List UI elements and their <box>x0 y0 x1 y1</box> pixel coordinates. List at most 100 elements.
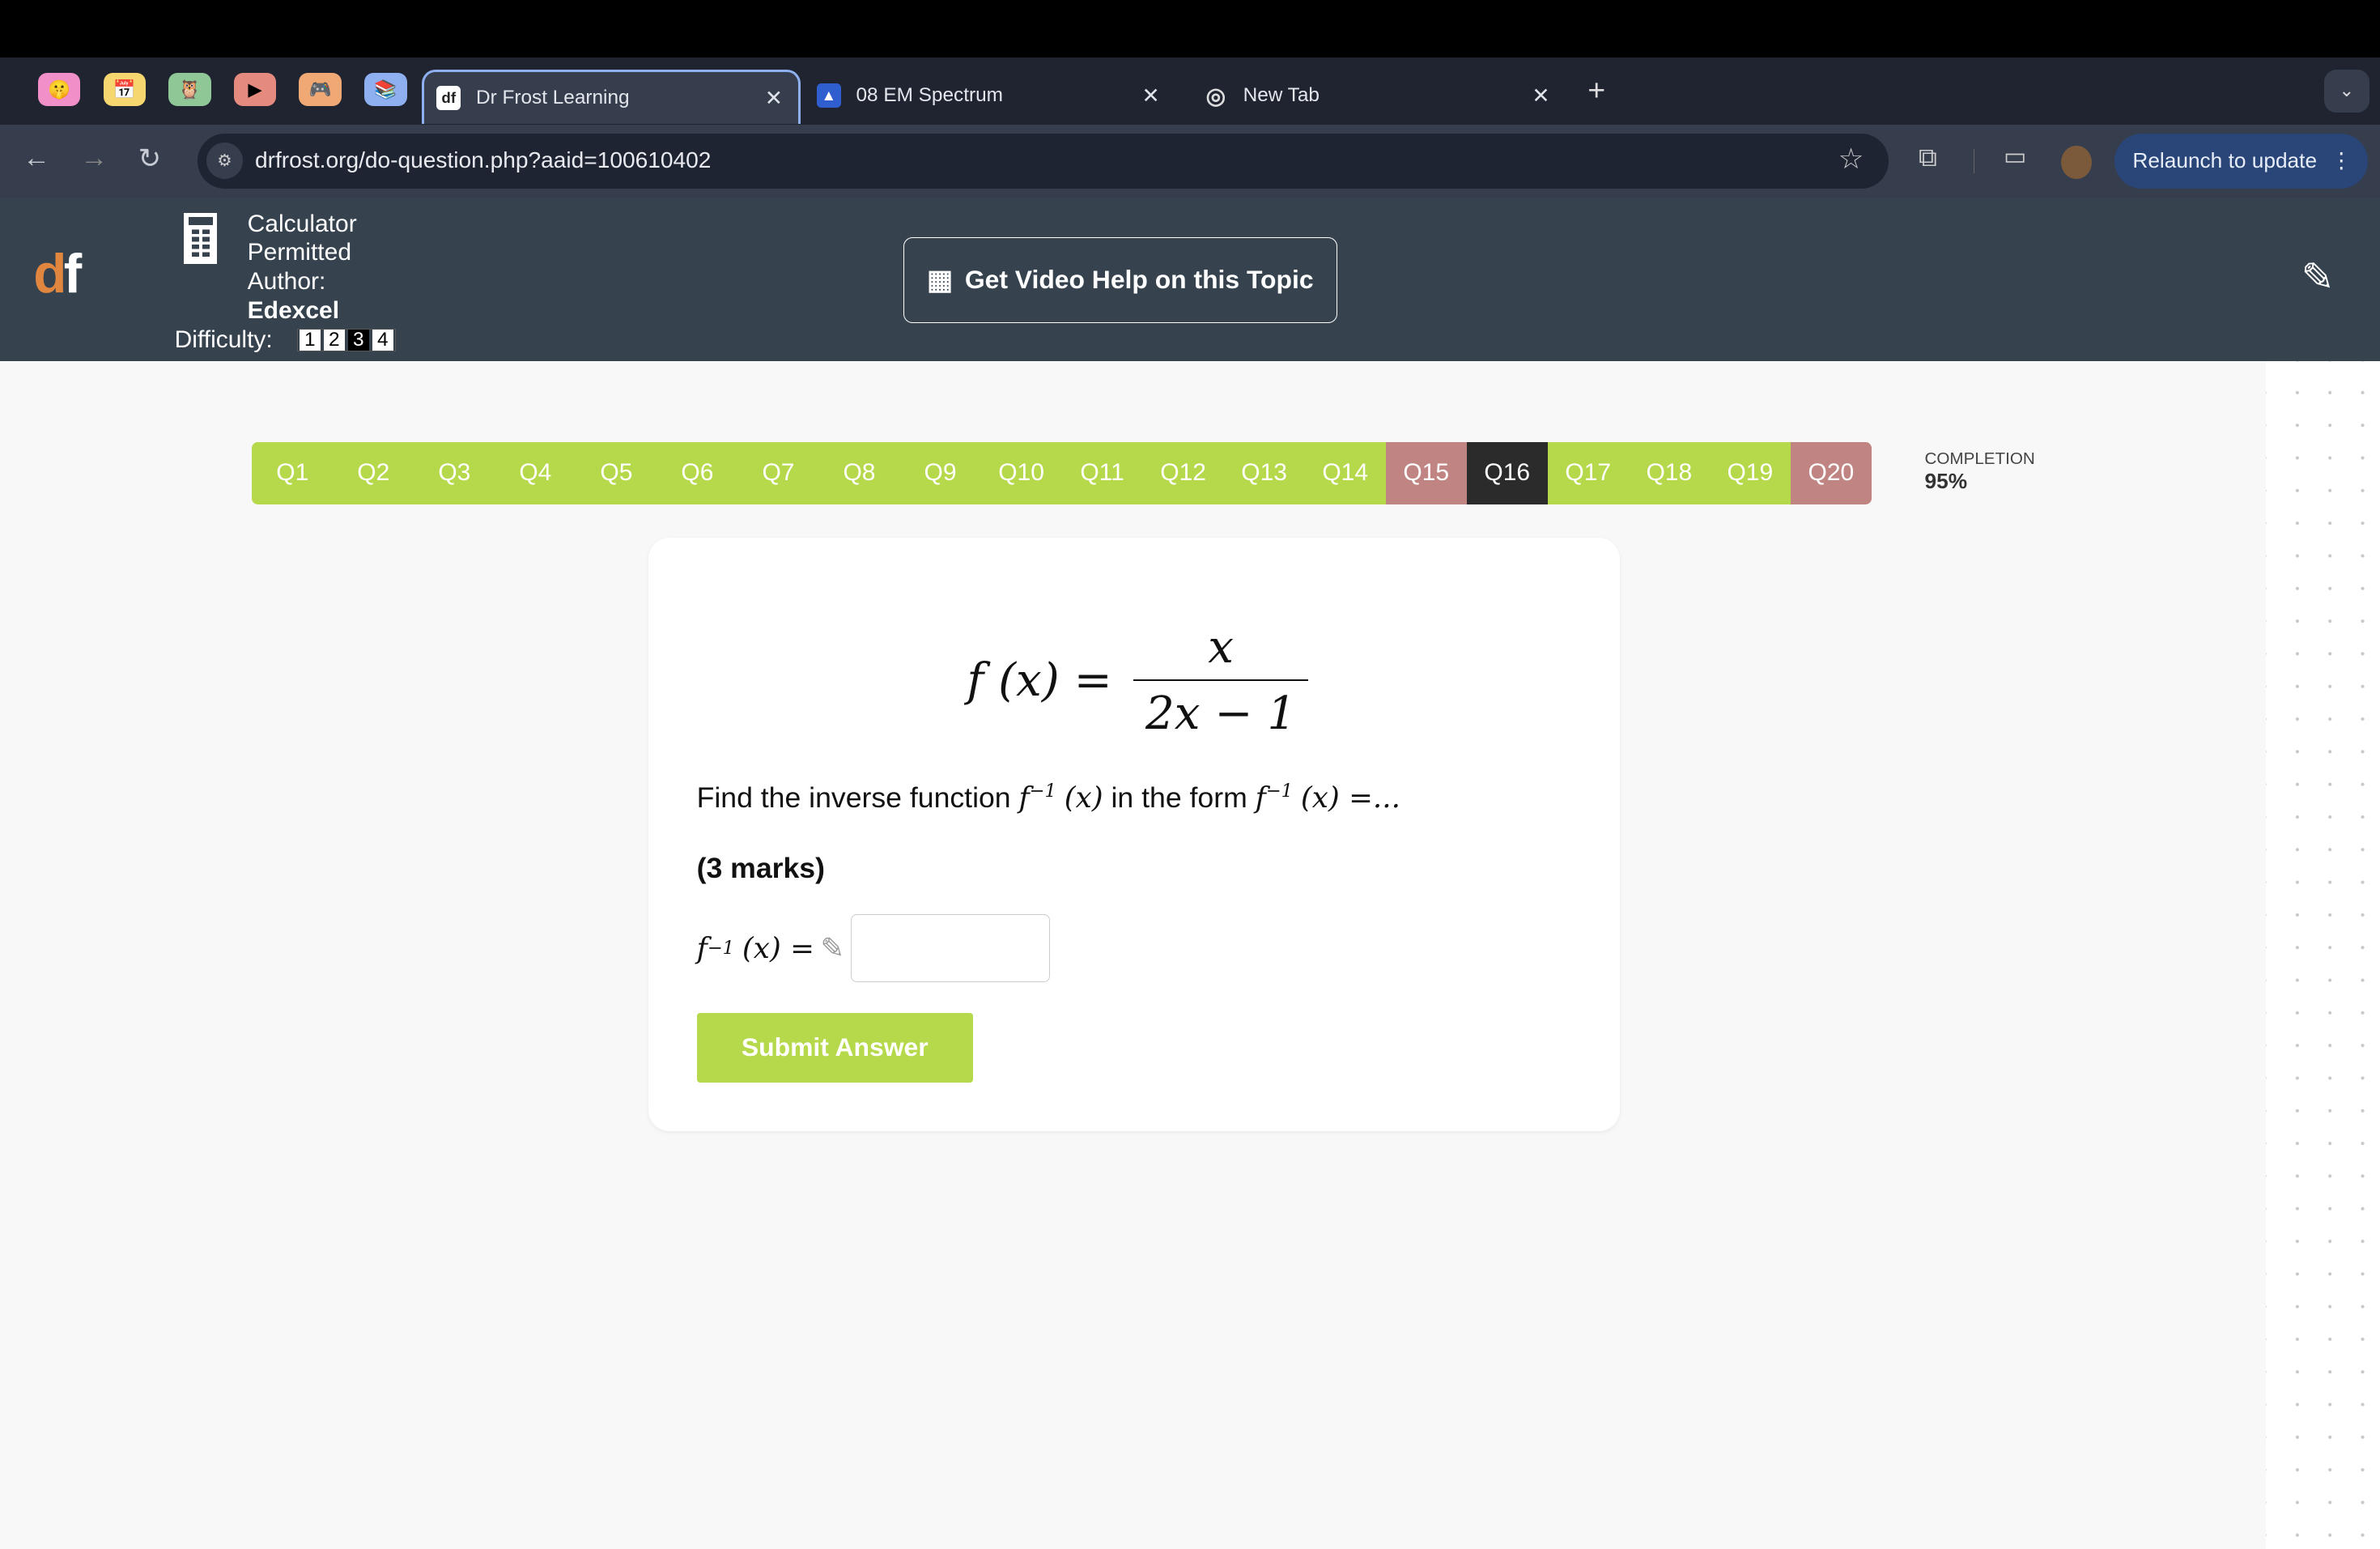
play-icon[interactable]: ▶ <box>233 73 277 107</box>
numerator: x <box>1208 620 1234 674</box>
df-logo[interactable]: df <box>33 243 82 305</box>
df-favicon-icon: df <box>436 86 461 111</box>
scratchpad-dotted-area[interactable] <box>2266 361 2380 1549</box>
question-q17[interactable]: Q17 <box>1547 441 1629 504</box>
tab-new-tab[interactable]: ◎ New Tab ✕ <box>1192 70 1565 121</box>
bookmark-star-icon[interactable]: ☆ <box>1838 143 1864 176</box>
tab-title: Dr Frost Learning <box>476 87 630 109</box>
question-q11[interactable]: Q11 <box>1061 441 1143 504</box>
question-q3[interactable]: Q3 <box>414 441 495 504</box>
difficulty-label: Difficulty: <box>174 326 273 354</box>
question-q13[interactable]: Q13 <box>1223 441 1305 504</box>
calculator-text: Permitted <box>247 239 352 266</box>
video-help-button[interactable]: ▦ Get Video Help on this Topic <box>903 236 1337 324</box>
text: Find the inverse function <box>696 781 1019 814</box>
math: −1 <box>707 938 734 959</box>
site-header: df Calculator Permitted Author: Edexcel … <box>0 197 2380 362</box>
question-q7[interactable]: Q7 <box>737 441 819 504</box>
gamepad-icon[interactable]: 🎮 <box>299 73 342 107</box>
close-tab-icon[interactable]: ✕ <box>1142 83 1160 109</box>
new-tab-button[interactable]: + <box>1587 73 1605 108</box>
question-q8[interactable]: Q8 <box>818 441 900 504</box>
math: (x) <box>1300 781 1340 815</box>
marks-label: (3 marks) <box>696 851 825 884</box>
back-icon[interactable]: ← <box>23 143 50 174</box>
math: f <box>696 931 708 965</box>
question-q1[interactable]: Q1 <box>252 441 334 504</box>
function-lhs: f (x) = <box>967 653 1112 707</box>
difficulty-2: 2 <box>323 329 345 351</box>
pen-icon[interactable]: ✎ <box>2301 255 2335 300</box>
question-q15[interactable]: Q15 <box>1385 441 1467 504</box>
cast-icon[interactable]: ▭ <box>2004 143 2026 171</box>
relaunch-label: Relaunch to update <box>2132 148 2318 173</box>
tab-em-spectrum[interactable]: ▲ 08 EM Spectrum ✕ <box>805 70 1175 121</box>
question-q18[interactable]: Q18 <box>1628 441 1710 504</box>
completion: COMPLETION 95% <box>1925 449 2035 494</box>
completion-value: 95% <box>1924 469 1968 493</box>
difficulty-indicator: 1 2 3 4 <box>296 329 396 352</box>
math: =... <box>1339 781 1400 815</box>
chrome-icon: ◎ <box>1205 83 1226 109</box>
address-bar[interactable]: ⚙ drfrost.org/do-question.php?aaid=10061… <box>197 134 1889 189</box>
text: in the form <box>1103 781 1256 814</box>
submit-answer-button[interactable]: Submit Answer <box>696 1012 973 1083</box>
denominator: 2x − 1 <box>1133 679 1309 740</box>
reload-icon[interactable]: ↻ <box>138 143 161 175</box>
answer-row: f −1 (x) = ✎ <box>696 913 1050 983</box>
calculator-icon <box>183 212 218 265</box>
question-card: f (x) = x 2x − 1 Find the inverse functio… <box>648 537 1620 1131</box>
forward-icon[interactable]: → <box>80 143 108 174</box>
screen: 🤫 📅 🦉 ▶ 🎮 📚 df Dr Frost Learning ✕ ▲ 08 EM Sp… <box>0 0 2380 1549</box>
question-text: Find the inverse function f−1 (x) in the… <box>697 781 1400 815</box>
question-q12[interactable]: Q12 <box>1142 441 1224 504</box>
pencil-icon: ✎ <box>820 931 845 964</box>
question-q6[interactable]: Q6 <box>657 441 738 504</box>
answer-input[interactable] <box>850 913 1050 983</box>
question-q20[interactable]: Q20 <box>1790 441 1872 504</box>
author-name: Edexcel <box>247 296 340 324</box>
question-q16[interactable]: Q16 <box>1466 441 1548 504</box>
difficulty-3: 3 <box>347 329 369 351</box>
question-nav: Q1 Q2 Q3 Q4 Q5 Q6 Q7 Q8 Q9 Q10 Q11 Q12 Q13 Q14 Q15 Q16 Q… <box>252 441 1872 504</box>
extensions-icon[interactable]: ⧉ <box>1919 143 1937 173</box>
question-q14[interactable]: Q14 <box>1304 441 1386 504</box>
math: (x) <box>1064 781 1103 815</box>
question-q4[interactable]: Q4 <box>495 441 576 504</box>
tab-title: 08 EM Spectrum <box>856 84 1003 107</box>
difficulty-4: 4 <box>372 329 393 351</box>
tab-dr-frost[interactable]: df Dr Frost Learning ✕ <box>422 70 801 124</box>
math: (x) = <box>742 931 814 965</box>
question-q19[interactable]: Q19 <box>1709 441 1791 504</box>
owl-icon[interactable]: 🦉 <box>168 73 211 107</box>
math: f <box>1255 781 1266 815</box>
close-tab-icon[interactable]: ✕ <box>765 86 783 111</box>
question-q5[interactable]: Q5 <box>576 441 657 504</box>
divider <box>1973 148 1975 173</box>
relaunch-button[interactable]: Relaunch to update ⋮ <box>2114 134 2368 189</box>
math: −1 <box>1029 780 1056 802</box>
difficulty-1: 1 <box>299 329 321 351</box>
calendar-icon[interactable]: 📅 <box>103 73 146 107</box>
close-tab-icon[interactable]: ✕ <box>1532 83 1549 109</box>
math: −1 <box>1265 780 1293 802</box>
author-label: Author: <box>247 268 326 295</box>
math: f <box>1018 781 1030 815</box>
site-settings-icon[interactable]: ⚙ <box>206 143 243 180</box>
books-icon[interactable]: 📚 <box>364 73 407 107</box>
tab-strip: 🤫 📅 🦉 ▶ 🎮 📚 df Dr Frost Learning ✕ ▲ 08 EM Sp… <box>0 57 2380 125</box>
profile-avatar[interactable] <box>2061 146 2092 180</box>
video-help-label: Get Video Help on this Topic <box>964 265 1314 295</box>
completion-label: COMPLETION <box>1924 449 2035 468</box>
menu-kebab-icon[interactable]: ⋮ <box>2331 148 2352 173</box>
function-definition: f (x) = x 2x − 1 <box>967 620 1309 740</box>
url-text[interactable]: drfrost.org/do-question.php?aaid=1006104… <box>255 147 711 173</box>
calculator-text: Calculator <box>247 210 357 237</box>
shush-emoji-icon[interactable]: 🤫 <box>37 73 81 107</box>
question-q9[interactable]: Q9 <box>899 441 981 504</box>
address-row: ← → ↻ ⚙ drfrost.org/do-question.php?aaid… <box>0 124 2380 198</box>
question-q2[interactable]: Q2 <box>333 441 414 504</box>
question-q10[interactable]: Q10 <box>980 441 1062 504</box>
tab-search-button[interactable]: ⌄ <box>2323 70 2369 113</box>
tab-title: New Tab <box>1243 84 1320 107</box>
